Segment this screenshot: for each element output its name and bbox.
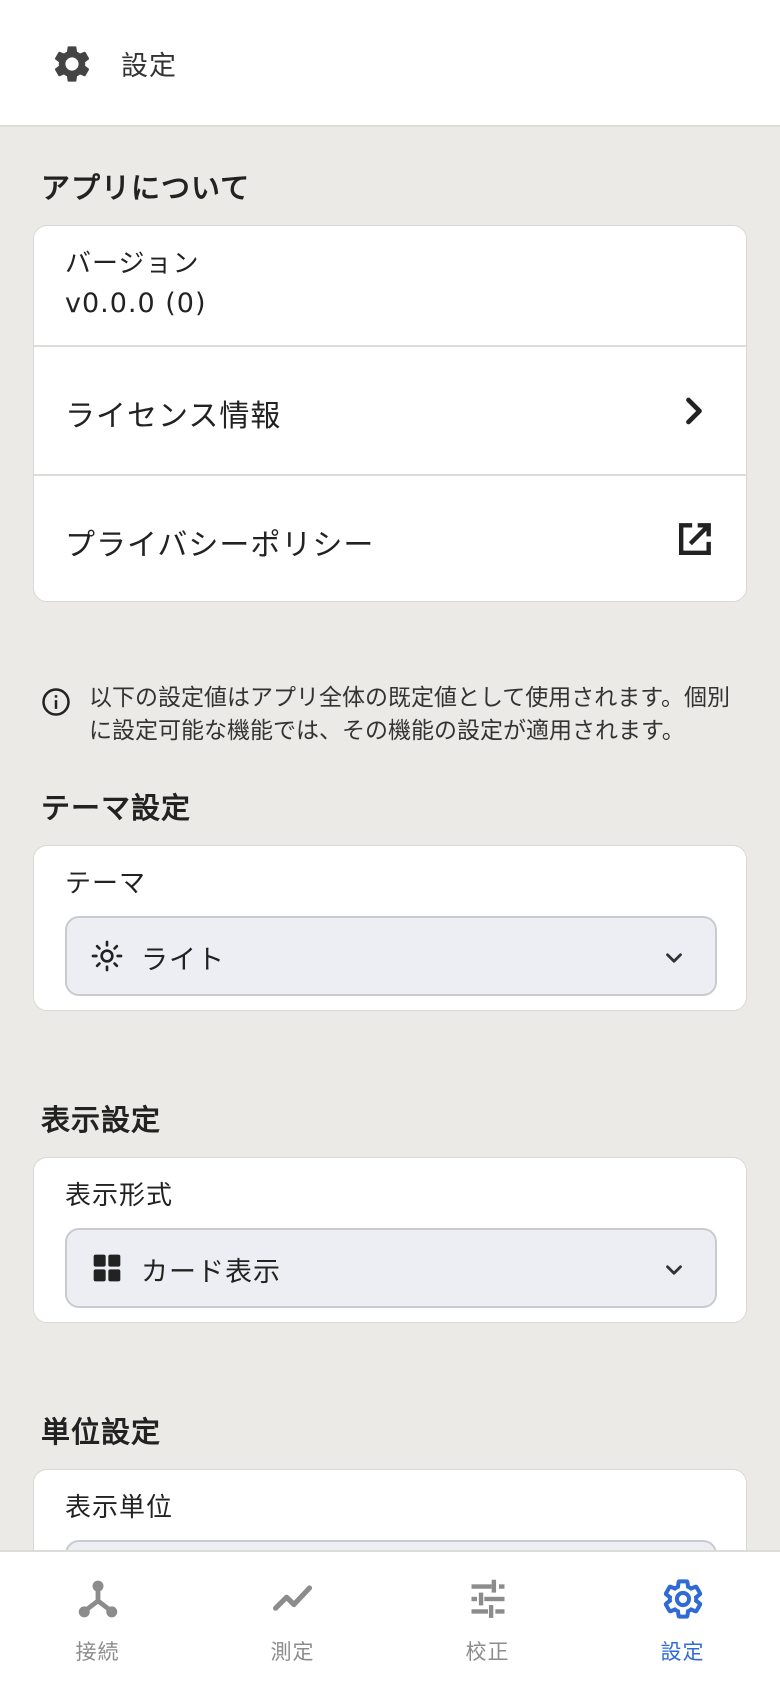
- license-row[interactable]: ライセンス情報: [34, 345, 746, 474]
- license-label: ライセンス情報: [65, 399, 282, 434]
- nav-label-measure: 測定: [270, 1640, 315, 1664]
- nav-item-settings[interactable]: 設定: [585, 1552, 780, 1688]
- theme-section-title: テーマ設定: [41, 791, 192, 825]
- privacy-policy-label: プライバシーポリシー: [65, 528, 375, 563]
- privacy-policy-row[interactable]: プライバシーポリシー: [34, 474, 746, 601]
- nav-label-connection: 接続: [75, 1640, 120, 1664]
- nav-label-calibration: 校正: [465, 1640, 510, 1664]
- nav-item-measure[interactable]: 測定: [195, 1552, 390, 1688]
- connection-icon: [78, 1580, 118, 1618]
- display-card: 表示形式 カード表示: [33, 1157, 747, 1323]
- nav-label-settings: 設定: [660, 1640, 705, 1664]
- external-link-icon: [678, 523, 711, 556]
- theme-card: テーマ ライト: [33, 845, 747, 1011]
- display-format-selected-value: カード表示: [141, 1257, 281, 1288]
- units-field-label: 表示単位: [65, 1493, 174, 1523]
- info-text: 以下の設定値はアプリ全体の既定値として使用されます。個別に設定可能な機能では、そ…: [89, 685, 731, 744]
- about-section-title: アプリについて: [41, 171, 251, 205]
- theme-select[interactable]: ライト: [65, 916, 717, 996]
- sun-icon: [91, 940, 123, 972]
- gear-icon: [663, 1579, 703, 1619]
- version-value: v0.0.0 (0): [65, 288, 207, 319]
- tune-icon: [471, 1579, 505, 1618]
- display-field-label: 表示形式: [65, 1181, 174, 1211]
- chevron-right-icon: [686, 397, 702, 425]
- bottom-navigation: 接続 測定 校正 設定: [0, 1550, 780, 1688]
- version-label: バージョン: [65, 249, 200, 279]
- about-card: バージョン v0.0.0 (0) ライセンス情報 プライバシーポリシー: [33, 225, 747, 602]
- trend-icon: [273, 1585, 313, 1611]
- info-icon: [42, 688, 70, 716]
- theme-selected-value: ライト: [141, 945, 225, 976]
- units-section-title: 単位設定: [41, 1415, 162, 1449]
- settings-screen: 設定 アプリについて バージョン v0.0.0 (0) ライセンス情報 プライバ…: [0, 0, 780, 1688]
- display-section-title: 表示設定: [41, 1103, 162, 1137]
- theme-field-label: テーマ: [65, 869, 147, 899]
- nav-item-calibration[interactable]: 校正: [390, 1552, 585, 1688]
- app-header: 設定: [0, 0, 780, 127]
- version-row: バージョン v0.0.0 (0): [34, 226, 746, 345]
- page-title: 設定: [121, 51, 177, 82]
- chevron-down-icon: [666, 953, 682, 963]
- nav-item-connection[interactable]: 接続: [0, 1552, 195, 1688]
- gear-icon: [54, 46, 90, 82]
- grid-icon: [93, 1254, 121, 1282]
- chevron-down-icon: [666, 1265, 682, 1275]
- display-format-select[interactable]: カード表示: [65, 1228, 717, 1308]
